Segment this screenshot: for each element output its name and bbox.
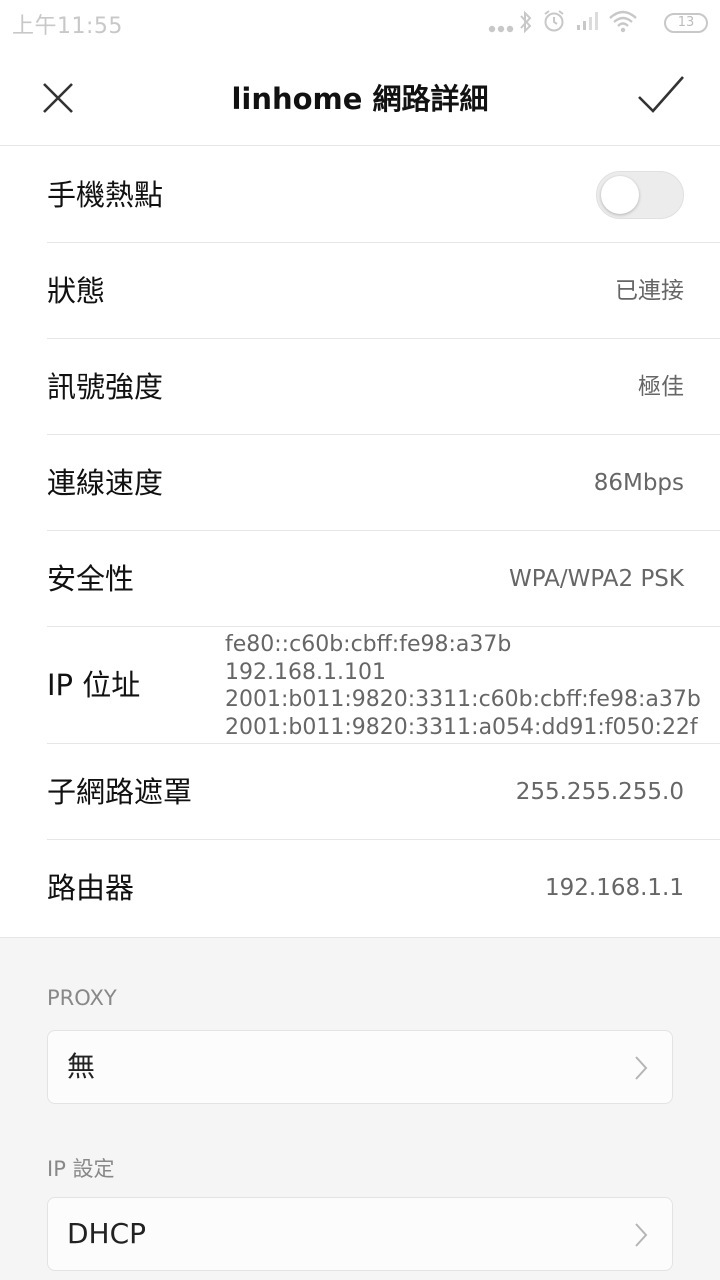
speed-label: 連線速度 [47,466,164,500]
subnet-mask-label: 子網路遮罩 [47,775,193,809]
hotspot-toggle[interactable] [596,171,684,219]
ip-address-line: fe80::c60b:cbff:fe98:a37b [225,632,512,657]
row-subnet-mask: 子網路遮罩 255.255.255.0 [47,744,720,840]
ip-address-line: 2001:b011:9820:3311:a054:dd91:f050:22f [225,714,698,740]
toggle-knob [601,176,639,214]
ip-settings-value: DHCP [67,1217,147,1250]
chevron-right-icon [634,1055,648,1081]
row-signal: 訊號強度 極佳 [47,339,720,435]
chevron-right-icon [634,1222,648,1248]
proxy-selector[interactable]: 無 [47,1030,673,1104]
confirm-button[interactable] [636,74,686,116]
battery-icon: 13 [664,13,708,33]
signal-label: 訊號強度 [47,370,164,404]
close-icon [43,83,73,113]
status-value: 已連接 [615,278,684,304]
signal-icon [576,11,600,35]
advanced-settings-section: PROXY 無 IP 設定 DHCP [0,937,720,1280]
row-ip-address: IP 位址 fe80::c60b:cbff:fe98:a37b 192.168.… [47,627,720,744]
row-hotspot: 手機熱點 [47,147,720,243]
ip-settings-section-label: IP 設定 [47,1157,115,1181]
status-time: 上午11:55 [12,14,123,39]
ip-address-line: 192.168.1.101 [225,659,386,685]
page-title: linhome 網路詳細 [231,82,489,116]
router-label: 路由器 [47,871,135,905]
alarm-icon [542,9,566,37]
more-dots-icon [488,18,514,37]
router-value: 192.168.1.1 [545,875,684,901]
close-button[interactable] [40,80,76,116]
wifi-icon [608,9,638,37]
subnet-mask-value: 255.255.255.0 [515,779,684,805]
status-icons: 13 [488,8,708,36]
row-status: 狀態 已連接 [47,243,720,339]
status-bar: 上午11:55 13 [0,0,720,44]
security-value: WPA/WPA2 PSK [509,566,684,592]
ip-address-values: fe80::c60b:cbff:fe98:a37b 192.168.1.101 … [225,631,701,741]
row-security: 安全性 WPA/WPA2 PSK [47,531,720,627]
hotspot-label: 手機熱點 [47,178,164,212]
row-speed: 連線速度 86Mbps [47,435,720,531]
check-icon [638,76,684,113]
speed-value: 86Mbps [593,470,684,496]
network-details-list: 手機熱點 狀態 已連接 訊號強度 極佳 連線速度 86Mbps 安全性 WPA/… [0,147,720,934]
status-label: 狀態 [47,274,106,308]
signal-value: 極佳 [638,374,684,400]
ip-address-label: IP 位址 [47,668,141,702]
proxy-section-label: PROXY [47,986,117,1010]
ip-settings-selector[interactable]: DHCP [47,1197,673,1271]
title-bar: linhome 網路詳細 [0,44,720,146]
proxy-value: 無 [67,1050,96,1083]
bluetooth-icon [518,10,534,38]
security-label: 安全性 [47,562,135,596]
row-router: 路由器 192.168.1.1 [47,840,720,934]
ip-address-line: 2001:b011:9820:3311:c60b:cbff:fe98:a37b [225,687,701,712]
